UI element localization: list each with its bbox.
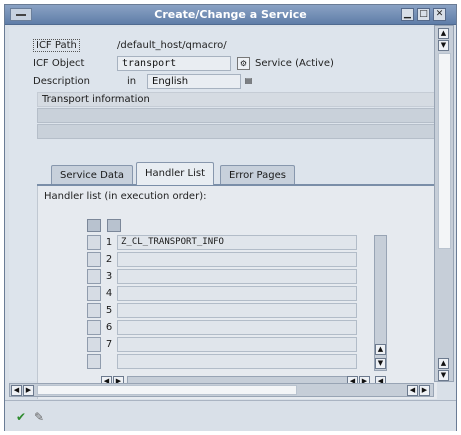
row-number: 4 <box>105 288 113 299</box>
confirm-checkmark-icon[interactable]: ✔ <box>14 410 28 424</box>
scroll-up-icon[interactable]: ▲ <box>438 358 449 369</box>
scroll-down-icon[interactable]: ▼ <box>438 40 449 51</box>
minimize-button[interactable]: ▁ <box>401 8 414 21</box>
row-number: 3 <box>105 271 113 282</box>
row-number: 5 <box>105 305 113 316</box>
scroll-left-icon[interactable]: ◀ <box>407 385 418 396</box>
scroll-down-icon[interactable]: ▼ <box>438 370 449 381</box>
description-text: Transport information <box>42 94 150 105</box>
description-label: Description <box>33 76 90 87</box>
service-status-icon: ⚙ <box>237 57 250 70</box>
table-row[interactable]: 1 Z_CL_TRANSPORT_INFO <box>87 235 391 251</box>
tab-handler-list[interactable]: Handler List <box>136 162 215 185</box>
handler-cell[interactable] <box>117 269 357 284</box>
handler-cell[interactable] <box>117 252 357 267</box>
close-button[interactable]: ✕ <box>433 8 446 21</box>
table-row[interactable]: 7 <box>87 337 391 353</box>
deselect-all-icon[interactable] <box>107 219 121 232</box>
scroll-left-icon[interactable]: ◀ <box>11 385 22 396</box>
table-row[interactable]: 6 <box>87 320 391 336</box>
scroll-down-icon[interactable]: ▼ <box>375 358 386 369</box>
scroll-right-icon[interactable]: ▶ <box>23 385 34 396</box>
table-row[interactable]: 5 <box>87 303 391 319</box>
handler-cell[interactable] <box>117 320 357 335</box>
title-bar: Create/Change a Service ▁ □ ✕ <box>5 5 456 25</box>
tab-strip: Service Data Handler List Error Pages <box>37 161 437 186</box>
table-row[interactable]: 2 <box>87 252 391 268</box>
window-vertical-scrollbar[interactable]: ▲ ▼ ▲ ▼ <box>434 25 454 382</box>
icf-object-label: ICF Object <box>33 58 85 69</box>
row-selector[interactable] <box>87 269 101 284</box>
footer-toolbar: ✔ ✎ <box>5 400 456 431</box>
description-line-2[interactable] <box>37 108 435 123</box>
row-selector[interactable] <box>87 320 101 335</box>
table-vertical-scrollbar[interactable]: ▲ ▼ <box>374 235 387 371</box>
row-number <box>103 354 115 369</box>
tab-error-pages[interactable]: Error Pages <box>220 165 295 184</box>
tab-service-data[interactable]: Service Data <box>51 165 134 184</box>
window-horizontal-scrollbar[interactable]: ◀ ▶ ◀ ▶ <box>9 383 434 397</box>
row-selector[interactable] <box>87 286 101 301</box>
description-text-field[interactable]: Transport information <box>37 92 435 107</box>
row-number: 2 <box>105 254 113 265</box>
icf-path-value: /default_host/qmacro/ <box>117 40 227 51</box>
handler-table: 1 Z_CL_TRANSPORT_INFO 2 3 4 5 6 7 ▲ ▼ ◀ … <box>87 219 391 394</box>
content-area: ICF Path /default_host/qmacro/ ICF Objec… <box>9 27 437 399</box>
scroll-up-icon[interactable]: ▲ <box>375 344 386 355</box>
icf-path-label: ICF Path <box>33 39 80 52</box>
row-selector[interactable] <box>87 354 101 369</box>
handler-cell[interactable] <box>117 337 357 352</box>
row-selector[interactable] <box>87 235 101 250</box>
language-field[interactable]: English <box>147 74 241 89</box>
select-all-icon[interactable] <box>87 219 101 232</box>
row-number: 6 <box>105 322 113 333</box>
scroll-right-icon[interactable]: ▶ <box>419 385 430 396</box>
scroll-up-icon[interactable]: ▲ <box>438 28 449 39</box>
handler-cell[interactable] <box>117 286 357 301</box>
table-row[interactable] <box>87 354 391 370</box>
horizontal-scroll-thumb[interactable] <box>37 385 297 395</box>
edit-pencil-icon[interactable]: ✎ <box>32 410 46 424</box>
service-window: Create/Change a Service ▁ □ ✕ ICF Path /… <box>4 4 457 431</box>
handler-cell[interactable] <box>117 303 357 318</box>
language-help-icon[interactable]: ▤ <box>242 75 255 88</box>
vertical-scroll-thumb[interactable] <box>438 53 451 249</box>
handler-list-heading: Handler list (in execution order): <box>44 191 207 202</box>
description-line-3[interactable] <box>37 124 435 139</box>
row-number: 7 <box>105 339 113 350</box>
row-selector[interactable] <box>87 303 101 318</box>
window-title: Create/Change a Service <box>154 8 307 21</box>
in-label: in <box>127 76 137 87</box>
handler-cell[interactable]: Z_CL_TRANSPORT_INFO <box>117 235 357 250</box>
handler-cell[interactable] <box>117 354 357 369</box>
table-row[interactable]: 3 <box>87 269 391 285</box>
row-number: 1 <box>105 237 113 248</box>
service-status-text: Service (Active) <box>255 58 334 69</box>
maximize-button[interactable]: □ <box>417 8 430 21</box>
icf-object-field[interactable]: transport <box>117 56 231 71</box>
table-row[interactable]: 4 <box>87 286 391 302</box>
row-selector[interactable] <box>87 337 101 352</box>
row-selector[interactable] <box>87 252 101 267</box>
